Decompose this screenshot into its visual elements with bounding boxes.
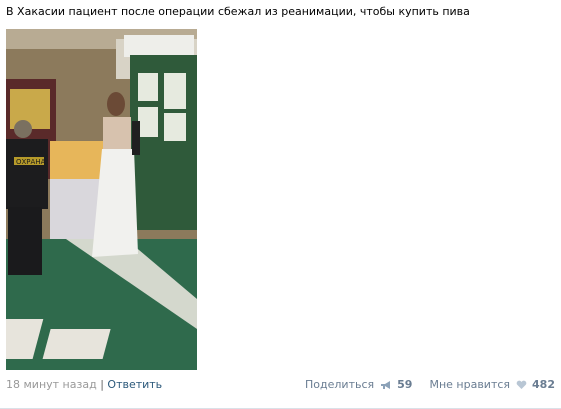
like-label: Мне нравится bbox=[429, 378, 511, 391]
share-button[interactable]: Поделиться 59 bbox=[305, 378, 416, 391]
separator: | bbox=[100, 378, 104, 391]
heart-icon bbox=[516, 380, 526, 389]
post-footer: 18 минут назад | Ответить Поделиться 59 … bbox=[6, 377, 555, 393]
reply-link[interactable]: Ответить bbox=[107, 378, 162, 391]
post-photo[interactable]: ОХРАНА bbox=[6, 29, 197, 370]
post-text: В Хакасии пациент после операции сбежал … bbox=[6, 5, 470, 18]
megaphone-icon bbox=[380, 381, 390, 389]
post-time[interactable]: 18 минут назад bbox=[6, 378, 97, 391]
post-meta: 18 минут назад | Ответить bbox=[6, 377, 162, 393]
like-button[interactable]: Мне нравится 482 bbox=[429, 378, 555, 391]
share-label: Поделиться bbox=[305, 378, 375, 391]
post-actions: Поделиться 59 Мне нравится 482 bbox=[305, 377, 555, 393]
photo-scene: ОХРАНА bbox=[6, 29, 197, 370]
share-count: 59 bbox=[397, 378, 413, 391]
like-count: 482 bbox=[532, 378, 555, 391]
guard-patch-text: ОХРАНА bbox=[16, 158, 46, 166]
